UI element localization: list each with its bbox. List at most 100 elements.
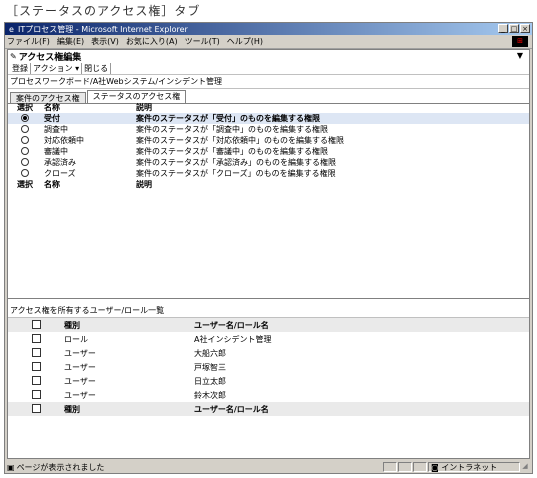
user-name: 戸塚智三 — [194, 362, 226, 372]
footer-kind: 種別 — [64, 404, 80, 414]
close-button[interactable]: × — [520, 24, 530, 33]
user-role-list: アクセス権を所有するユーザー/ロール一覧 種別 ユーザー名/ロール名 ロール A… — [8, 305, 529, 416]
status-table-header: 選択 名称 説明 — [8, 102, 529, 113]
select-all-checkbox[interactable] — [31, 403, 41, 413]
windows-logo-icon: ⊞ — [512, 36, 528, 47]
menu-help[interactable]: ヘルプ(H) — [227, 36, 263, 47]
list-item: ユーザー 大船六郎 — [8, 346, 529, 360]
pane-header: ✎ アクセス権編集 ▼ — [8, 50, 529, 63]
status-desc: 案件のステータスが「調査中」のものを編集する権限 — [136, 125, 328, 134]
figure-caption: ［ステータスのアクセス権］タブ — [6, 4, 201, 18]
status-name: 調査中 — [44, 125, 68, 134]
footer-name: 名称 — [44, 180, 60, 189]
title-bar: e ITプロセス管理 - Microsoft Internet Explorer… — [5, 23, 532, 35]
status-name: 承認済み — [44, 158, 76, 167]
collapse-icon[interactable]: ▼ — [517, 51, 523, 60]
header-desc: 説明 — [136, 103, 152, 112]
status-cell — [413, 462, 427, 472]
action-menu-button[interactable]: アクション ▾ — [31, 62, 83, 74]
pane-title: アクセス権編集 — [18, 52, 82, 63]
table-row[interactable]: 調査中 案件のステータスが「調査中」のものを編集する権限 — [8, 124, 529, 135]
user-checkbox[interactable] — [31, 333, 41, 343]
status-text: ページが表示されました — [16, 462, 105, 472]
user-kind: ユーザー — [64, 376, 96, 386]
status-name: 審議中 — [44, 147, 68, 156]
intranet-icon: ◙ — [431, 463, 442, 472]
user-kind: ユーザー — [64, 348, 96, 358]
menu-bar: ファイル(F) 編集(E) 表示(V) お気に入り(A) ツール(T) ヘルプ(… — [5, 35, 532, 49]
window-controls: _ □ × — [498, 24, 530, 33]
status-name: 受付 — [44, 114, 60, 123]
toolbar: 登録 アクション ▾ 閉じる — [8, 62, 529, 75]
minimize-button[interactable]: _ — [498, 24, 508, 33]
user-list-header: 種別 ユーザー名/ロール名 — [8, 318, 529, 332]
user-list-footer: 種別 ユーザー名/ロール名 — [8, 402, 529, 416]
table-row[interactable]: クローズ 案件のステータスが「クローズ」のものを編集する権限 — [8, 168, 529, 179]
menu-edit[interactable]: 編集(E) — [57, 36, 84, 47]
status-desc: 案件のステータスが「審議中」のものを編集する権限 — [136, 147, 328, 156]
user-name: 日立太郎 — [194, 376, 226, 386]
user-checkbox[interactable] — [31, 375, 41, 385]
list-item: ロール A社インシデント管理 — [8, 332, 529, 346]
select-all-checkbox[interactable] — [31, 319, 41, 329]
menu-tools[interactable]: ツール(T) — [185, 36, 220, 47]
resize-grip-icon[interactable]: ◢ — [520, 462, 530, 472]
user-kind: ユーザー — [64, 390, 96, 400]
breadcrumb: プロセスワークボード/A社Webシステム/インシデント管理 — [8, 75, 529, 89]
edit-pane-icon: ✎ — [10, 51, 17, 61]
status-table-footer: 選択 名称 説明 — [8, 179, 529, 190]
page-content: ✎ アクセス権編集 ▼ 登録 アクション ▾ 閉じる プロセスワークボード/A社… — [7, 49, 530, 459]
menu-view[interactable]: 表示(V) — [91, 36, 119, 47]
header-user-name: ユーザー名/ロール名 — [194, 320, 269, 330]
list-item: ユーザー 戸塚智三 — [8, 360, 529, 374]
status-radio[interactable] — [21, 124, 29, 133]
header-kind: 種別 — [64, 320, 80, 330]
user-checkbox[interactable] — [31, 389, 41, 399]
header-select: 選択 — [17, 103, 33, 112]
status-desc: 案件のステータスが「承認済み」のものを編集する権限 — [136, 158, 336, 167]
maximize-button[interactable]: □ — [509, 24, 519, 33]
user-kind: ユーザー — [64, 362, 96, 372]
user-name: 大船六郎 — [194, 348, 226, 358]
user-name: A社インシデント管理 — [194, 334, 272, 344]
status-name: クローズ — [44, 169, 76, 178]
list-item: ユーザー 鈴木次郎 — [8, 388, 529, 402]
header-name: 名称 — [44, 103, 60, 112]
status-desc: 案件のステータスが「対応依頼中」のものを編集する権限 — [136, 136, 344, 145]
window-title: ITプロセス管理 - Microsoft Internet Explorer — [18, 24, 188, 34]
list-item: ユーザー 日立太郎 — [8, 374, 529, 388]
menu-file[interactable]: ファイル(F) — [7, 36, 50, 47]
register-button[interactable]: 登録 — [10, 62, 31, 74]
table-row[interactable]: 対応依頼中 案件のステータスが「対応依頼中」のものを編集する権限 — [8, 135, 529, 146]
status-table: 選択 名称 説明 受付 案件のステータスが「受付」のものを編集する権限 調査中 … — [8, 102, 529, 299]
close-pane-button[interactable]: 閉じる — [82, 62, 112, 74]
table-row[interactable]: 受付 案件のステータスが「受付」のものを編集する権限 — [8, 113, 529, 124]
user-checkbox[interactable] — [31, 347, 41, 357]
table-row[interactable]: 審議中 案件のステータスが「審議中」のものを編集する権限 — [8, 146, 529, 157]
user-checkbox[interactable] — [31, 361, 41, 371]
status-radio[interactable] — [21, 157, 29, 166]
user-name: 鈴木次郎 — [194, 390, 226, 400]
user-kind: ロール — [64, 334, 88, 344]
status-desc: 案件のステータスが「クローズ」のものを編集する権限 — [136, 169, 336, 178]
status-radio[interactable] — [21, 146, 29, 155]
status-radio[interactable] — [21, 168, 29, 177]
footer-user-name: ユーザー名/ロール名 — [194, 404, 269, 414]
zone-indicator: ◙ イントラネット — [428, 462, 520, 472]
footer-select: 選択 — [17, 180, 33, 189]
status-desc: 案件のステータスが「受付」のものを編集する権限 — [136, 114, 320, 123]
status-name: 対応依頼中 — [44, 136, 84, 145]
status-radio-selected[interactable] — [21, 113, 29, 122]
user-list-title: アクセス権を所有するユーザー/ロール一覧 — [8, 305, 529, 318]
status-cell — [398, 462, 412, 472]
status-bar: ▣ ページが表示されました ◙ イントラネット ◢ — [7, 461, 530, 473]
page-status-icon: ▣ — [7, 462, 15, 472]
browser-window: e ITプロセス管理 - Microsoft Internet Explorer… — [4, 22, 533, 474]
zone-label: イントラネット — [441, 463, 498, 472]
menu-favorites[interactable]: お気に入り(A) — [126, 36, 178, 47]
table-row[interactable]: 承認済み 案件のステータスが「承認済み」のものを編集する権限 — [8, 157, 529, 168]
footer-desc: 説明 — [136, 180, 152, 189]
status-radio[interactable] — [21, 135, 29, 144]
ie-icon: e — [9, 24, 14, 34]
status-cell — [383, 462, 397, 472]
